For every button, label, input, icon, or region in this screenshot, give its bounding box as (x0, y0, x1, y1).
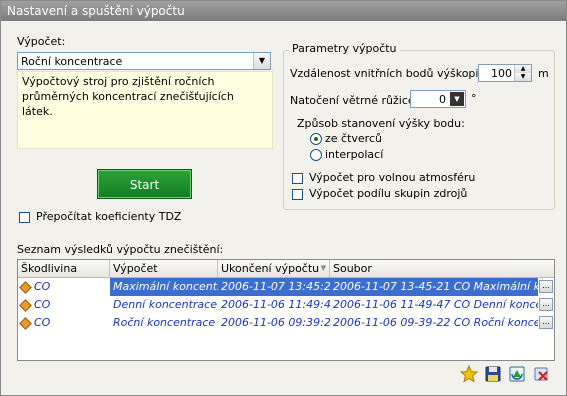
free-atmosphere-checkbox[interactable] (292, 173, 303, 184)
open-file-button[interactable]: ... (539, 298, 553, 311)
spin-up-icon[interactable]: ▲ (515, 65, 531, 73)
calc-label: Výpočet: (17, 35, 66, 48)
pollutant-icon (19, 299, 32, 312)
radio-interpolation[interactable] (310, 149, 322, 161)
column-header-pollutant[interactable]: Škodlivina (18, 260, 110, 277)
distance-spinner[interactable]: 100 ▲ ▼ (478, 64, 532, 82)
cell-calc: Maximální koncentrace (110, 278, 218, 296)
chevron-down-icon[interactable]: ▼ (253, 53, 270, 69)
column-header-file[interactable]: Soubor (330, 260, 554, 277)
save-icon[interactable] (484, 365, 502, 383)
cell-file: 2006-11-06 09-39-22 CO Roční koncentrace (333, 316, 538, 329)
pollutant-icon (19, 317, 32, 330)
column-header-calc[interactable]: Výpočet (110, 260, 218, 277)
open-file-button[interactable]: ... (539, 316, 553, 329)
column-header-finished-label: Ukončení výpočtu (221, 262, 320, 275)
cell-calc: Roční koncentrace (113, 316, 216, 329)
start-button[interactable]: Start (97, 169, 192, 199)
radio-squares[interactable] (310, 133, 322, 145)
source-groups-checkbox[interactable] (292, 189, 303, 200)
star-icon[interactable] (460, 365, 478, 383)
sort-desc-icon: ▼ (320, 264, 326, 272)
recalc-label: Přepočítat koeficienty TDZ (36, 210, 182, 223)
pollutant-icon (19, 281, 32, 294)
title-bar: Nastavení a spuštění výpočtu (1, 1, 566, 21)
cell-pollutant: CO (18, 296, 110, 314)
cell-finished: 2006-11-06 09:39:22 (221, 316, 330, 329)
results-title: Seznam výsledků výpočtu znečištění: (17, 243, 224, 256)
rotation-label: Natočení větrné růžice: (290, 94, 419, 107)
cell-calc: Denní koncentrace (113, 298, 217, 311)
table-header: Škodlivina Výpočet Ukončení výpočtu ▼ So… (18, 260, 554, 278)
cell-file: 2006-11-07 13-45-21 CO Maximální koncent… (330, 278, 538, 296)
delete-icon[interactable] (532, 365, 550, 383)
calc-description: Výpočtový stroj pro zjištění ročních prů… (17, 71, 273, 149)
rotation-select[interactable]: 0 ▼ (410, 90, 466, 108)
distance-value: 100 (491, 67, 512, 80)
calc-select[interactable]: Roční koncentrace ▼ (17, 52, 271, 70)
export-icon[interactable] (508, 365, 526, 383)
column-header-finished[interactable]: Ukončení výpočtu ▼ (218, 260, 330, 277)
distance-unit: m (538, 67, 549, 80)
chevron-down-icon[interactable]: ▼ (450, 92, 464, 106)
cell-pollutant-text: CO (34, 280, 51, 293)
cell-pollutant-text: CO (34, 316, 51, 329)
calc-select-value: Roční koncentrace (21, 55, 123, 68)
table-row[interactable]: CO Roční koncentrace 2006-11-06 09:39:22… (18, 314, 554, 332)
spin-down-icon[interactable]: ▼ (515, 73, 531, 81)
table-row[interactable]: CO Denní koncentrace 2006-11-06 11:49:47… (18, 296, 554, 314)
cell-finished: 2006-11-07 13:45:21 (218, 278, 330, 296)
height-mode-label: Způsob stanovení výšky bodu: (297, 117, 465, 130)
open-file-button[interactable]: ... (539, 280, 553, 293)
params-title: Parametry výpočtu (289, 42, 400, 55)
cell-pollutant-text: CO (34, 298, 51, 311)
cell-finished: 2006-11-06 11:49:47 (221, 298, 330, 311)
results-table[interactable]: Škodlivina Výpočet Ukončení výpočtu ▼ So… (17, 259, 555, 361)
cell-file: 2006-11-06 11-49-47 CO Denní koncentrace (333, 298, 538, 311)
rotation-unit: ° (471, 92, 477, 105)
cell-pollutant: CO (18, 278, 110, 296)
source-groups-label: Výpočet podílu skupin zdrojů (309, 187, 468, 200)
distance-label: Vzdálenost vnitřních bodů výškopisu: (290, 67, 495, 80)
recalc-checkbox[interactable] (19, 212, 30, 223)
radio-squares-label: ze čtverců (325, 132, 382, 145)
rotation-value: 0 (439, 93, 446, 106)
radio-interpolation-label: interpolací (325, 148, 384, 161)
cell-pollutant: CO (18, 314, 110, 332)
free-atmosphere-label: Výpočet pro volnou atmosféru (309, 171, 476, 184)
table-row[interactable]: CO Maximální koncentrace 2006-11-07 13:4… (18, 278, 554, 296)
